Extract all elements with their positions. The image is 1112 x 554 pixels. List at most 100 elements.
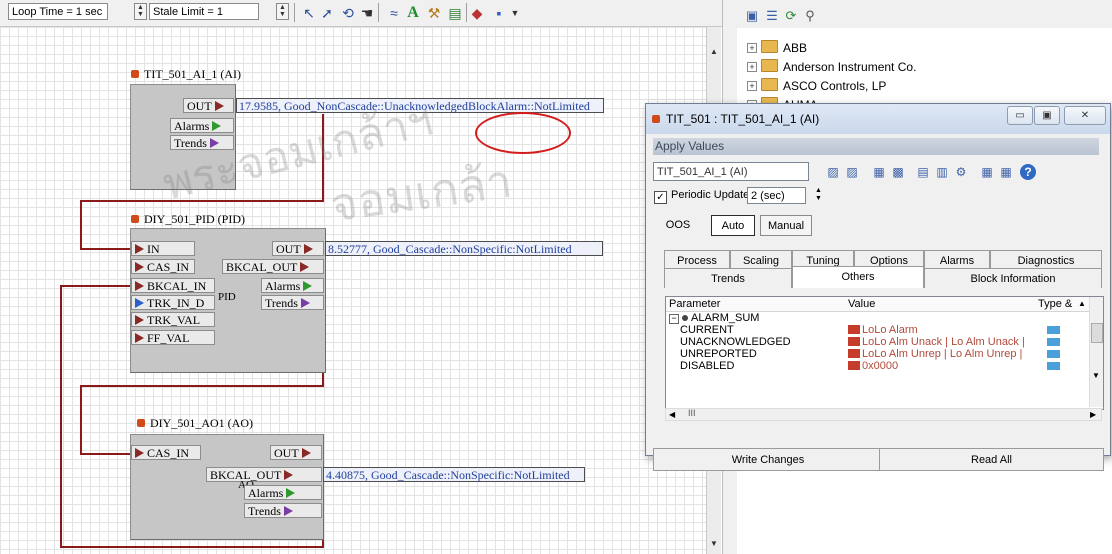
diamond-icon[interactable]: ◆ <box>468 4 486 22</box>
column-header-value[interactable]: Value <box>848 297 875 311</box>
tab-others[interactable]: Others <box>792 266 924 288</box>
parameter-grid[interactable]: Parameter Value Type & ▲ − ALARM_SUM CURR… <box>665 296 1104 410</box>
tree-item-asco[interactable]: + ASCO Controls, LP <box>747 78 886 94</box>
minimize-button[interactable]: ▭ <box>1007 106 1033 125</box>
open-folder-icon[interactable]: ▣ <box>744 8 760 24</box>
export-icon[interactable]: ▥ <box>934 164 950 180</box>
table-row[interactable]: DISABLED <box>680 360 734 372</box>
column-header-parameter[interactable]: Parameter <box>669 297 720 311</box>
expand-icon[interactable]: + <box>747 62 757 72</box>
ai-trends-port[interactable]: Trends <box>170 135 234 150</box>
select-arrow-icon[interactable]: ↖ <box>300 4 318 22</box>
scroll-up-icon[interactable]: ▲ <box>708 45 720 59</box>
column-header-type[interactable]: Type & <box>1038 297 1072 311</box>
pid-in-port[interactable]: IN <box>131 241 195 256</box>
ao-trends-port[interactable]: Trends <box>244 503 322 518</box>
wire-pid-in <box>80 248 135 250</box>
pid-trk-val-port[interactable]: TRK_VAL <box>131 312 215 327</box>
mode-oos-button[interactable]: OOS <box>653 215 703 236</box>
ai-alarms-port[interactable]: Alarms <box>170 118 234 133</box>
mode-manual-button[interactable]: Manual <box>760 215 812 236</box>
input-arrow-icon <box>135 315 144 325</box>
tab-process[interactable]: Process <box>664 250 730 270</box>
tool-icon[interactable]: ⚒ <box>425 4 443 22</box>
connect-arrow-icon[interactable]: ➚ <box>318 4 336 22</box>
table-row[interactable]: UNREPORTED <box>680 348 757 360</box>
scroll-thumb[interactable] <box>1091 323 1103 343</box>
periodic-updates-row[interactable]: ✓ Periodic Updates <box>654 189 755 204</box>
mode-auto-button[interactable]: Auto <box>711 215 755 236</box>
list-view-icon[interactable]: ☰ <box>764 8 780 24</box>
loop-time-field[interactable]: Loop Time = 1 sec <box>8 3 108 20</box>
refresh-icon[interactable]: ⟳ <box>783 8 799 24</box>
pid-ff-val-port[interactable]: FF_VAL <box>131 330 215 345</box>
tab-alarms[interactable]: Alarms <box>924 250 990 270</box>
stale-limit-field[interactable]: Stale Limit = 1 <box>149 3 259 20</box>
signal-icon[interactable]: ≈ <box>385 4 403 22</box>
period-spinner[interactable]: ▲ ▼ <box>812 187 825 204</box>
tree-item-anderson[interactable]: + Anderson Instrument Co. <box>747 59 916 75</box>
text-A-icon[interactable]: A <box>404 4 422 22</box>
ao-cas-in-port[interactable]: CAS_IN <box>131 445 201 460</box>
tab-trends[interactable]: Trends <box>664 268 792 288</box>
expand-icon[interactable]: + <box>747 81 757 91</box>
tree-item-abb[interactable]: + ABB <box>747 40 807 56</box>
close-button[interactable]: ✕ <box>1064 106 1106 125</box>
pid-bkcal-in-port[interactable]: BKCAL_IN <box>131 278 215 293</box>
periodic-updates-checkbox[interactable]: ✓ <box>654 191 667 204</box>
table-row[interactable]: CURRENT <box>680 324 734 336</box>
wire-ai-to-pid-down <box>80 200 82 250</box>
block-select[interactable]: TIT_501_AI_1 (AI) <box>653 162 809 181</box>
pid-trk-in-d-port[interactable]: TRK_IN_D <box>131 295 215 310</box>
layout-icon[interactable]: ▦ <box>979 164 995 180</box>
pid-trends-port[interactable]: Trends <box>261 295 324 310</box>
hand-icon[interactable]: ☚ <box>358 4 376 22</box>
expand-icon[interactable]: + <box>747 43 757 53</box>
pid-bkcal-out-port[interactable]: BKCAL_OUT <box>222 259 324 274</box>
scroll-grip[interactable]: III <box>688 408 696 418</box>
compare-icon[interactable]: ▦ <box>871 164 887 180</box>
grid-horizontal-scrollbar[interactable]: ◀ III ▶ <box>665 408 1102 421</box>
scroll-down-icon[interactable]: ▼ <box>708 537 720 551</box>
param-value: 0x0000 <box>848 360 898 372</box>
tab-scaling[interactable]: Scaling <box>730 250 792 270</box>
ai-out-port[interactable]: OUT <box>183 98 234 113</box>
function-block-canvas[interactable]: TIT_501_AI_1 (AI) OUT Alarms Trends 17.9… <box>0 27 720 554</box>
stale-limit-spinner[interactable]: ▲ ▼ <box>276 3 289 20</box>
write-changes-button[interactable]: Write Changes <box>653 448 883 471</box>
grid-vertical-scrollbar[interactable]: ▼ <box>1089 297 1103 407</box>
table-row[interactable]: UNACKNOWLEDGED <box>680 336 791 348</box>
scroll-left-icon[interactable]: ◀ <box>669 410 675 419</box>
read-all-button[interactable]: Read All <box>879 448 1104 471</box>
scroll-right-icon[interactable]: ▶ <box>1090 410 1096 419</box>
pid-cas-in-port[interactable]: CAS_IN <box>131 259 195 274</box>
pid-out-port[interactable]: OUT <box>272 241 324 256</box>
device-icon[interactable]: ⚲ <box>802 8 818 24</box>
type-icon <box>1047 338 1060 346</box>
refresh-icon[interactable]: ⟲ <box>339 4 357 22</box>
maximize-button[interactable]: ▣ <box>1034 106 1060 125</box>
ao-bkcal-out-port[interactable]: BKCAL_OUT <box>206 467 322 482</box>
tab-block-information[interactable]: Block Information <box>924 268 1102 288</box>
sort-up-icon[interactable]: ▲ <box>1078 297 1086 311</box>
table-icon[interactable]: ▦ <box>998 164 1014 180</box>
period-field[interactable]: 2 (sec) <box>747 187 806 204</box>
group-row[interactable]: − ALARM_SUM <box>669 312 759 324</box>
collapse-icon[interactable]: − <box>669 314 679 324</box>
settings-icon[interactable]: ⚙ <box>953 164 969 180</box>
tab-diagnostics[interactable]: Diagnostics <box>990 250 1102 270</box>
scroll-down-icon[interactable]: ▼ <box>1092 371 1100 380</box>
dialog-titlebar[interactable]: TIT_501 : TIT_501_AI_1 (AI) ▭ ▣ ✕ <box>646 104 1110 134</box>
loop-time-spinner[interactable]: ▲ ▼ <box>134 3 147 20</box>
chart-icon[interactable]: ▩ <box>890 164 906 180</box>
save-icon[interactable]: ▤ <box>915 164 931 180</box>
apply-values-header[interactable]: Apply Values <box>653 138 1099 155</box>
ao-out-port[interactable]: OUT <box>270 445 322 460</box>
edit-icon[interactable]: ▨ <box>825 164 841 180</box>
view-icon[interactable]: ▨ <box>844 164 860 180</box>
chart-icon[interactable]: ▤ <box>446 4 464 22</box>
dropdown-arrow-icon[interactable]: ▼ <box>506 4 524 22</box>
pid-alarms-port[interactable]: Alarms <box>261 278 324 293</box>
ao-alarms-port[interactable]: Alarms <box>244 485 322 500</box>
help-icon[interactable]: ? <box>1020 164 1036 180</box>
